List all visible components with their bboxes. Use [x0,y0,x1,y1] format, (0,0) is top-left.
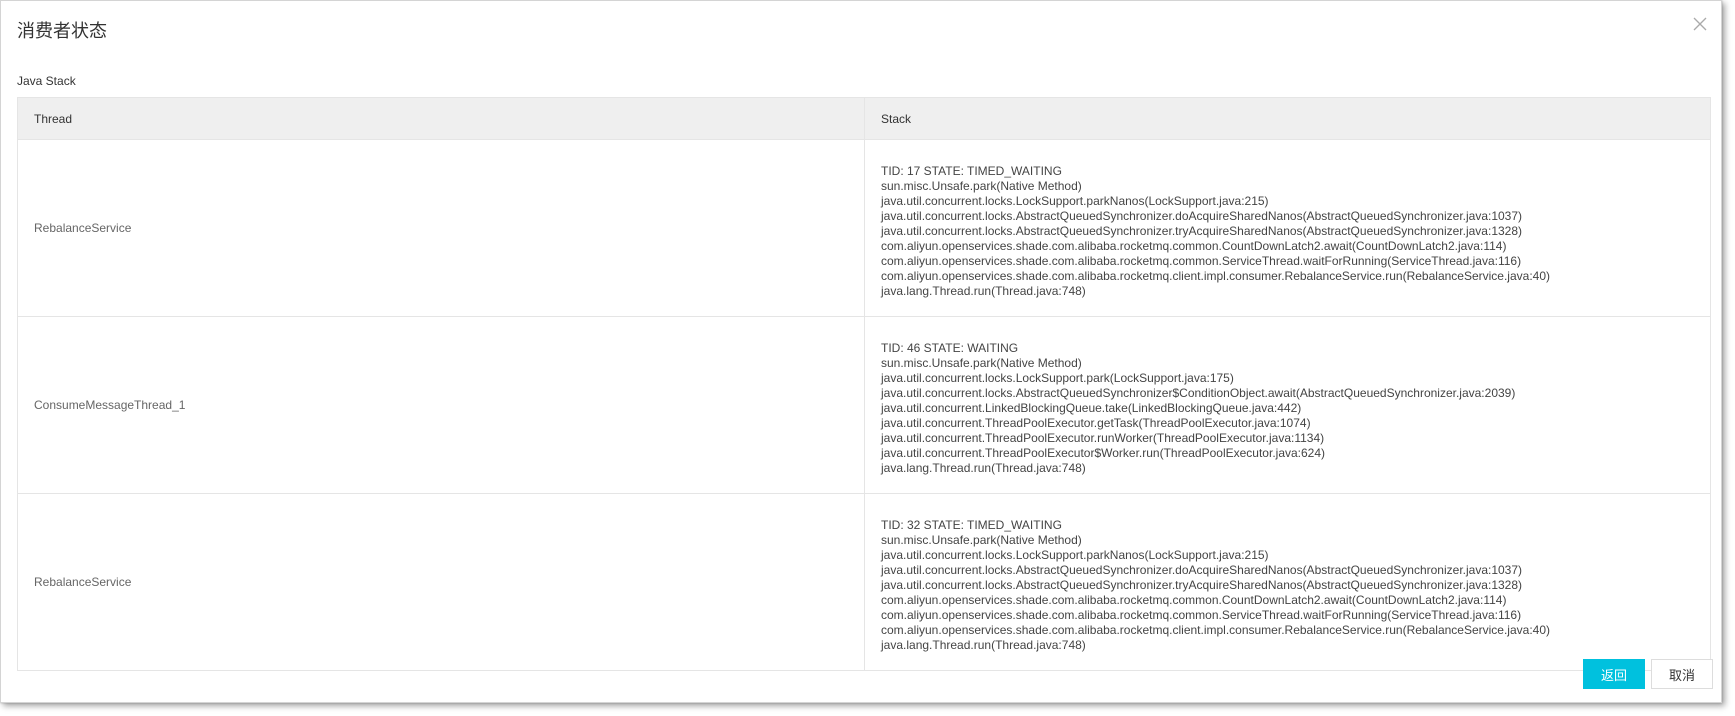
thread-name-cell: RebalanceService [17,139,865,317]
stack-line: com.aliyun.openservices.shade.com.alibab… [881,268,1550,283]
stack-line: sun.misc.Unsafe.park(Native Method) [881,532,1082,547]
stack-line: com.aliyun.openservices.shade.com.alibab… [881,622,1550,637]
consumer-status-dialog: 消费者状态 Java Stack Thread Stack RebalanceS… [0,0,1722,703]
column-header-thread: Thread [17,97,865,140]
stack-line: java.util.concurrent.locks.LockSupport.p… [881,193,1269,208]
cancel-button[interactable]: 取消 [1651,659,1713,689]
thread-name-cell: RebalanceService [17,493,865,671]
table-row: RebalanceService TID: 17 STATE: TIMED_WAI… [17,139,1711,317]
stack-line: com.aliyun.openservices.shade.com.alibab… [881,607,1522,622]
stack-line: java.util.concurrent.ThreadPoolExecutor$… [881,445,1326,460]
stack-table: Thread Stack RebalanceService TID: 17 STA… [17,97,1711,671]
stack-line: TID: 17 STATE: TIMED_WAITING [881,163,1062,178]
stack-line: com.aliyun.openservices.shade.com.alibab… [881,253,1522,268]
stack-line: java.util.concurrent.locks.LockSupport.p… [881,547,1269,562]
stack-line: com.aliyun.openservices.shade.com.alibab… [881,592,1507,607]
stack-trace-cell: TID: 46 STATE: WAITING sun.misc.Unsafe.pa… [864,316,1711,494]
close-button[interactable] [1691,15,1709,33]
back-button[interactable]: 返回 [1583,659,1645,689]
column-header-stack: Stack [864,97,1711,140]
stack-line: java.lang.Thread.run(Thread.java:748) [881,637,1086,652]
close-icon [1693,17,1707,31]
stack-line: java.util.concurrent.locks.LockSupport.p… [881,370,1234,385]
stack-line: java.lang.Thread.run(Thread.java:748) [881,283,1086,298]
table-header-row: Thread Stack [17,97,1711,140]
stack-line: java.util.concurrent.ThreadPoolExecutor.… [881,430,1325,445]
stack-line: TID: 32 STATE: TIMED_WAITING [881,517,1062,532]
section-label: Java Stack [17,74,76,88]
thread-name-cell: ConsumeMessageThread_1 [17,316,865,494]
table-row: ConsumeMessageThread_1 TID: 46 STATE: WAI… [17,316,1711,494]
stack-line: java.util.concurrent.locks.AbstractQueue… [881,562,1523,577]
stack-line: TID: 46 STATE: WAITING [881,340,1019,355]
stack-trace-cell: TID: 32 STATE: TIMED_WAITING sun.misc.Uns… [864,493,1711,671]
stack-line: java.util.concurrent.locks.AbstractQueue… [881,208,1523,223]
stack-table-container: Thread Stack RebalanceService TID: 17 STA… [17,97,1711,671]
stack-line: java.util.concurrent.ThreadPoolExecutor.… [881,415,1311,430]
stack-trace-cell: TID: 17 STATE: TIMED_WAITING sun.misc.Uns… [864,139,1711,317]
stack-line: com.aliyun.openservices.shade.com.alibab… [881,238,1507,253]
stack-line: sun.misc.Unsafe.park(Native Method) [881,178,1082,193]
stack-line: java.util.concurrent.LinkedBlockingQueue… [881,400,1302,415]
stack-line: sun.misc.Unsafe.park(Native Method) [881,355,1082,370]
stack-line: java.util.concurrent.locks.AbstractQueue… [881,577,1523,592]
stack-line: java.util.concurrent.locks.AbstractQueue… [881,223,1523,238]
table-body: RebalanceService TID: 17 STATE: TIMED_WAI… [17,139,1711,671]
table-row: RebalanceService TID: 32 STATE: TIMED_WAI… [17,493,1711,671]
stack-line: java.util.concurrent.locks.AbstractQueue… [881,385,1516,400]
stack-line: java.lang.Thread.run(Thread.java:748) [881,460,1086,475]
dialog-title: 消费者状态 [17,21,107,41]
